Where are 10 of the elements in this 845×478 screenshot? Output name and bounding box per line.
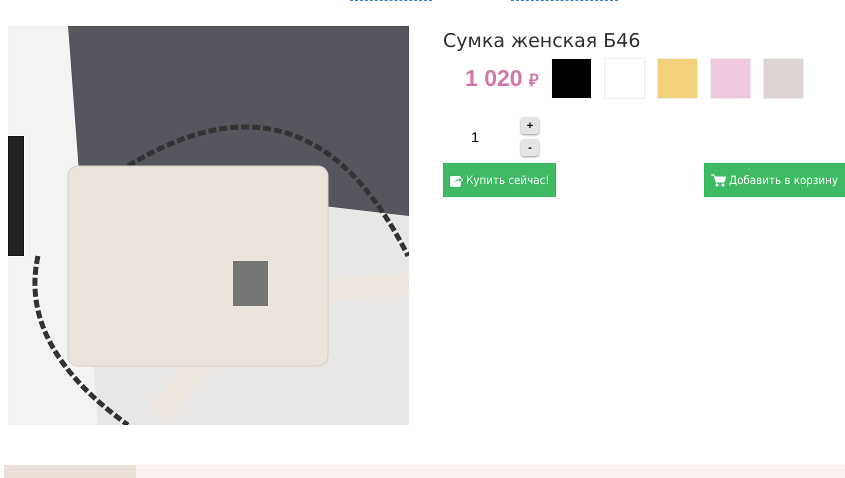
- price: 1 020 ₽: [464, 65, 539, 92]
- color-swatch[interactable]: [710, 58, 751, 99]
- cart-icon: [710, 174, 726, 186]
- increment-button[interactable]: +: [521, 117, 539, 134]
- share-icon: [450, 174, 463, 186]
- color-swatch[interactable]: [657, 58, 698, 99]
- color-swatch[interactable]: [551, 58, 592, 99]
- color-swatch[interactable]: [763, 58, 804, 99]
- decrement-button[interactable]: -: [521, 139, 539, 156]
- product-title: Сумка женская Б46: [443, 30, 642, 52]
